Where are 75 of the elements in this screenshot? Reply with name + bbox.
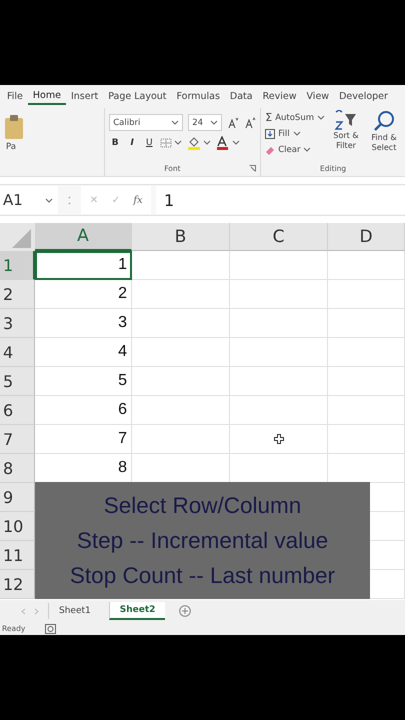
sheet-tab[interactable]: Sheet1: [48, 603, 101, 619]
editing-button[interactable]: Fill: [265, 126, 325, 141]
caret-icon: [292, 131, 301, 136]
paste-label[interactable]: Pa: [6, 142, 16, 152]
row-header[interactable]: 10: [0, 512, 35, 541]
caption-line: Stop Count -- Last number: [70, 562, 336, 590]
column-header[interactable]: B: [132, 223, 230, 251]
column-header[interactable]: A: [35, 223, 132, 251]
ribbon-tab[interactable]: File: [2, 89, 28, 104]
sort-filter-icon: [334, 110, 358, 130]
row-header[interactable]: 2: [0, 280, 35, 309]
font-color-icon: [216, 136, 240, 150]
caret-icon: [317, 115, 325, 120]
ribbon-tab[interactable]: View: [302, 89, 334, 104]
row-header[interactable]: 8: [0, 454, 35, 483]
borders-icon: [160, 138, 182, 148]
ribbon-tab[interactable]: Review: [258, 89, 302, 104]
table-cell: 5: [35, 367, 132, 396]
fill-color-icon: [187, 136, 212, 150]
insert-function-button[interactable]: fx: [130, 194, 146, 206]
caption-line: Step -- Incremental value: [76, 526, 328, 555]
ribbon-tab[interactable]: Page Layout: [103, 89, 172, 104]
caption-line: Select Row/Column: [104, 492, 302, 520]
font-size-field[interactable]: 24: [188, 114, 222, 131]
table-cell: 6: [35, 396, 132, 425]
table-cell: 1: [35, 251, 132, 280]
scroll-left-icon: [20, 608, 26, 614]
formula-field[interactable]: 1: [156, 186, 405, 214]
sort-filter-button[interactable]: Sort & Filter: [329, 110, 363, 157]
sigma-icon: Σ: [265, 111, 272, 124]
caret-icon: [303, 147, 312, 152]
font-style-button[interactable]: B: [109, 138, 122, 148]
scroll-right-icon: [34, 608, 40, 614]
ribbon-tab[interactable]: Formulas: [172, 89, 225, 104]
caret-icon: [45, 198, 53, 202]
add-sheet-icon[interactable]: [179, 605, 192, 617]
decrease-font-icon: [244, 116, 256, 128]
row-header[interactable]: 12: [0, 570, 35, 599]
clipboard-icon: [4, 114, 24, 140]
dialog-launcher-icon: [249, 165, 256, 172]
sheet-tab[interactable]: Sheet2: [108, 602, 166, 620]
table-cell: 4: [35, 338, 132, 367]
table-cell: 7: [35, 425, 132, 454]
row-header[interactable]: 1: [0, 251, 35, 280]
macro-record-icon: [45, 624, 56, 634]
column-header[interactable]: C: [230, 223, 328, 251]
search-icon: [373, 110, 395, 132]
caret-icon: [171, 120, 180, 125]
font-style-button[interactable]: U: [143, 138, 156, 148]
row-header[interactable]: 11: [0, 541, 35, 570]
fill-down-icon: [265, 128, 276, 138]
plus-cursor-icon: [274, 434, 284, 444]
font-style-button[interactable]: I: [126, 138, 138, 148]
ribbon-tab[interactable]: Home: [28, 88, 66, 105]
grip-icon: [68, 196, 71, 204]
find-select-button[interactable]: Find & Select: [367, 110, 401, 157]
row-header[interactable]: 6: [0, 396, 35, 425]
ribbon-tab[interactable]: Insert: [66, 89, 104, 104]
ribbon-tab[interactable]: Data: [224, 89, 258, 104]
column-header[interactable]: D: [328, 223, 405, 251]
editing-button[interactable]: Σ AutoSum: [265, 110, 325, 125]
row-header[interactable]: 7: [0, 425, 35, 454]
editing-button[interactable]: Clear: [265, 142, 325, 157]
eraser-icon: [265, 144, 276, 154]
increase-font-icon: [227, 116, 240, 128]
name-box-field[interactable]: A1: [0, 186, 58, 214]
row-header[interactable]: 3: [0, 309, 35, 338]
row-header[interactable]: 4: [0, 338, 35, 367]
table-cell: 3: [35, 309, 132, 338]
row-header[interactable]: 9: [0, 483, 35, 512]
table-cell: 2: [35, 280, 132, 309]
ribbon-tab[interactable]: Developer: [334, 89, 393, 104]
font-name-field[interactable]: Calibri: [109, 114, 184, 131]
caret-icon: [210, 120, 218, 125]
row-header[interactable]: 5: [0, 367, 35, 396]
